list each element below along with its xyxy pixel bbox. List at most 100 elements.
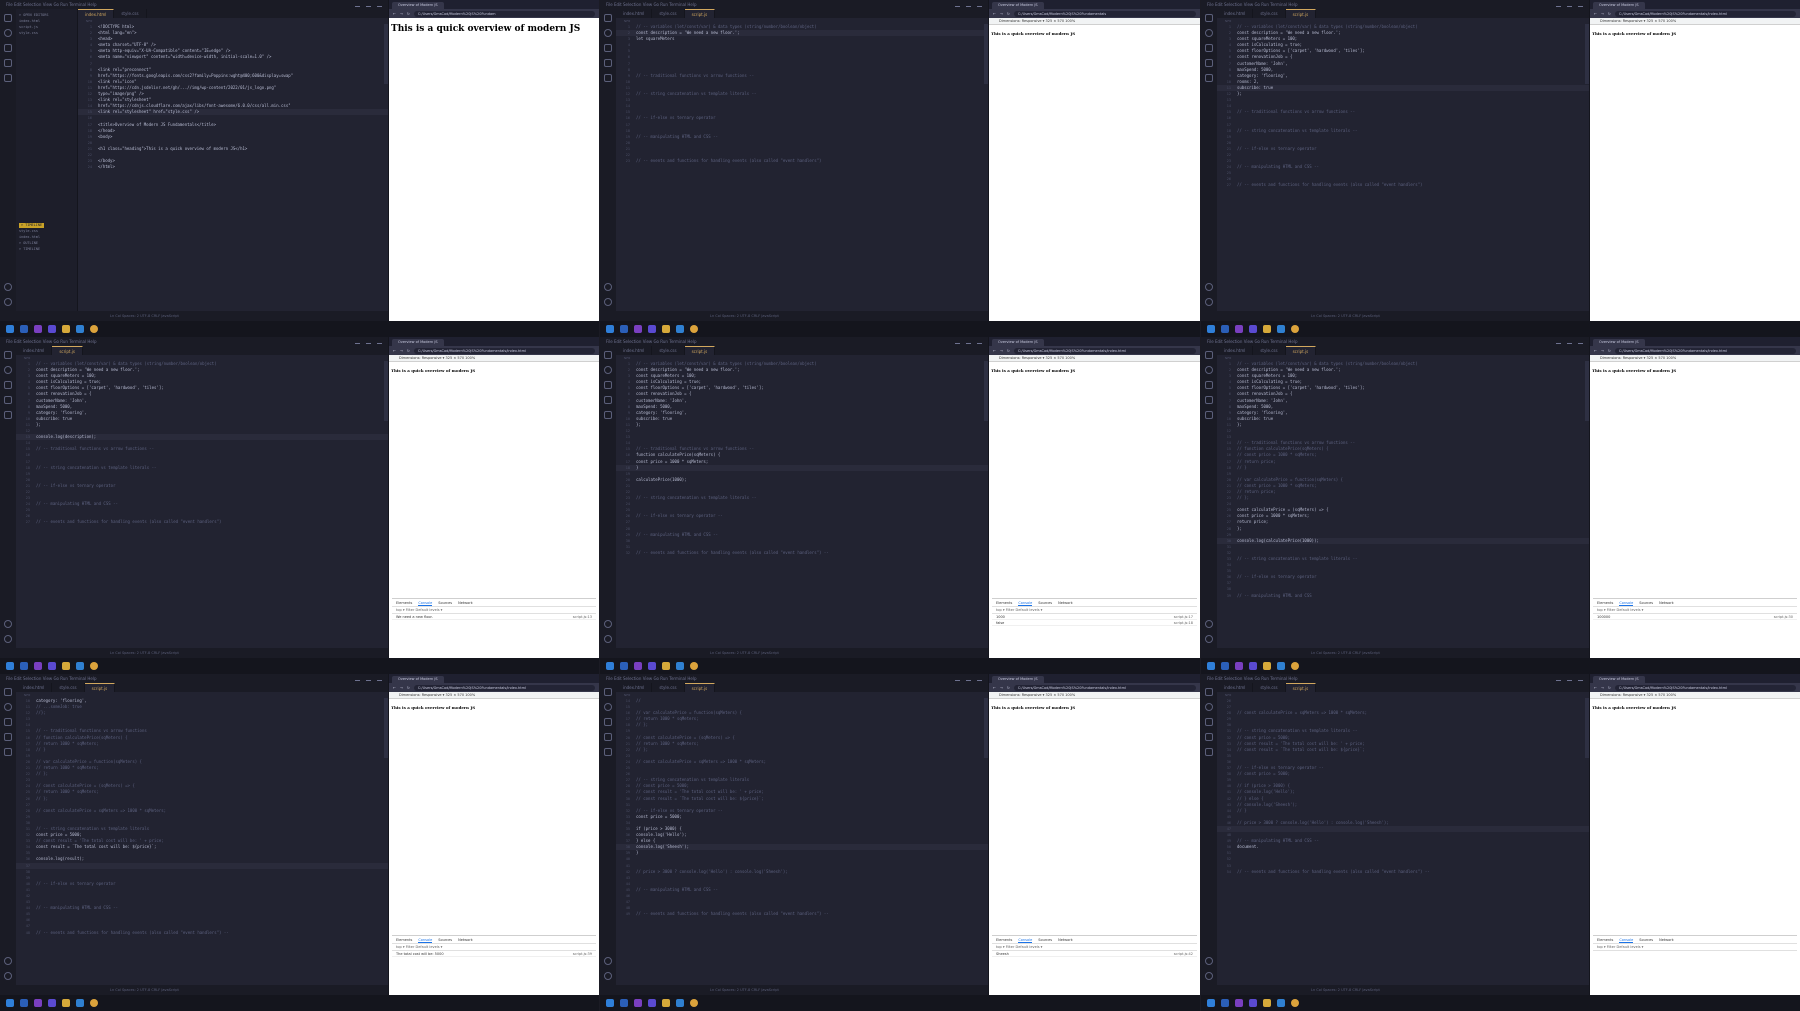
source-control-icon[interactable] bbox=[604, 44, 612, 52]
chrome-icon[interactable] bbox=[690, 325, 698, 333]
explorer-icon[interactable] bbox=[4, 688, 12, 696]
chrome-icon[interactable] bbox=[1291, 325, 1299, 333]
vscode-icon[interactable] bbox=[1277, 662, 1285, 670]
tab-console[interactable]: Console bbox=[1619, 936, 1634, 943]
folder-icon[interactable] bbox=[1263, 999, 1271, 1007]
back-icon[interactable]: ← bbox=[993, 349, 996, 353]
app-icon[interactable] bbox=[1221, 999, 1229, 1007]
folder-icon[interactable] bbox=[62, 999, 70, 1007]
console-source-link[interactable]: script.js:18 bbox=[1174, 620, 1193, 625]
reload-icon[interactable]: ↻ bbox=[407, 12, 410, 16]
app-icon[interactable] bbox=[1249, 325, 1257, 333]
console-filter[interactable]: top ▾ Filter Default levels ▾ bbox=[392, 607, 596, 614]
address-bar[interactable]: C:/Users/GmsCod/Modern%20JS%20Fundamenta… bbox=[1013, 10, 1196, 17]
menu-bar[interactable]: File Edit Selection View Go Run Terminal… bbox=[606, 676, 697, 681]
editor-tab[interactable]: index.html bbox=[1217, 683, 1254, 692]
app-icon[interactable] bbox=[1249, 662, 1257, 670]
editor-tab[interactable]: style.css bbox=[1253, 683, 1286, 692]
run-debug-icon[interactable] bbox=[604, 733, 612, 741]
editor-scrollbar[interactable] bbox=[1585, 698, 1589, 758]
back-icon[interactable]: ← bbox=[1594, 12, 1597, 16]
back-icon[interactable]: ← bbox=[393, 349, 396, 353]
editor-tab[interactable]: script.js bbox=[684, 683, 716, 692]
app-icon[interactable] bbox=[48, 662, 56, 670]
browser-tab[interactable]: Overview of Modern JS bbox=[1593, 2, 1645, 9]
app-icon[interactable] bbox=[620, 662, 628, 670]
editor-scrollbar[interactable] bbox=[1585, 361, 1589, 421]
account-icon[interactable] bbox=[4, 283, 12, 291]
search-icon[interactable] bbox=[604, 366, 612, 374]
reload-icon[interactable]: ↻ bbox=[1007, 686, 1010, 690]
editor-tab[interactable]: style.css bbox=[52, 683, 85, 692]
forward-icon[interactable]: → bbox=[400, 12, 403, 16]
sidebar-item[interactable]: > TIMELINE bbox=[19, 246, 74, 252]
app-icon[interactable] bbox=[1235, 325, 1243, 333]
tab-network[interactable]: Network bbox=[1058, 936, 1073, 943]
console-filter[interactable]: top ▾ Filter Default levels ▾ bbox=[1593, 607, 1797, 614]
extensions-icon[interactable] bbox=[1205, 411, 1213, 419]
source-control-icon[interactable] bbox=[4, 381, 12, 389]
app-icon[interactable] bbox=[1221, 662, 1229, 670]
address-bar[interactable]: C:/Users/GmsCod/Modern%20JS%20Fundamenta… bbox=[1614, 10, 1796, 17]
chrome-icon[interactable] bbox=[90, 999, 98, 1007]
tab-elements[interactable]: Elements bbox=[996, 936, 1012, 943]
gear-icon[interactable] bbox=[604, 298, 612, 306]
app-icon[interactable] bbox=[634, 662, 642, 670]
chrome-icon[interactable] bbox=[690, 662, 698, 670]
folder-icon[interactable] bbox=[1263, 662, 1271, 670]
editor-tab[interactable]: style.css bbox=[114, 9, 147, 18]
app-icon[interactable] bbox=[634, 325, 642, 333]
search-icon[interactable] bbox=[1205, 703, 1213, 711]
extensions-icon[interactable] bbox=[604, 411, 612, 419]
reload-icon[interactable]: ↻ bbox=[1608, 686, 1611, 690]
account-icon[interactable] bbox=[1205, 620, 1213, 628]
console-filter[interactable]: top ▾ Filter Default levels ▾ bbox=[992, 944, 1197, 951]
editor-tab[interactable]: index.html bbox=[616, 9, 653, 18]
source-control-icon[interactable] bbox=[604, 381, 612, 389]
tab-console[interactable]: Console bbox=[418, 936, 433, 943]
back-icon[interactable]: ← bbox=[1594, 686, 1597, 690]
run-debug-icon[interactable] bbox=[1205, 59, 1213, 67]
browser-tab[interactable]: Overview of Modern JS bbox=[992, 676, 1044, 683]
forward-icon[interactable]: → bbox=[1601, 12, 1604, 16]
code-editor[interactable]: 1// -- variables (let/const/var) & data … bbox=[616, 24, 988, 311]
tab-elements[interactable]: Elements bbox=[1597, 936, 1613, 943]
address-bar[interactable]: C:/Users/GmsCod/Modern%20JS%20Fundamenta… bbox=[1614, 347, 1796, 354]
browser-tab[interactable]: Overview of Modern JS bbox=[392, 676, 444, 683]
search-icon[interactable] bbox=[1205, 366, 1213, 374]
back-icon[interactable]: ← bbox=[393, 12, 396, 16]
browser-tab[interactable]: Overview of Modern JS bbox=[1593, 339, 1645, 346]
editor-tab[interactable]: style.css bbox=[652, 683, 685, 692]
console-filter[interactable]: top ▾ Filter Default levels ▾ bbox=[392, 944, 596, 951]
console-filter[interactable]: top ▾ Filter Default levels ▾ bbox=[1593, 944, 1797, 951]
vscode-icon[interactable] bbox=[676, 662, 684, 670]
menu-bar[interactable]: File Edit Selection View Go Run Terminal… bbox=[6, 676, 97, 681]
back-icon[interactable]: ← bbox=[1594, 349, 1597, 353]
forward-icon[interactable]: → bbox=[400, 686, 403, 690]
account-icon[interactable] bbox=[4, 957, 12, 965]
tab-elements[interactable]: Elements bbox=[1597, 599, 1613, 606]
vscode-icon[interactable] bbox=[1277, 999, 1285, 1007]
editor-tab[interactable]: script.js bbox=[52, 346, 83, 355]
gear-icon[interactable] bbox=[1205, 972, 1213, 980]
explorer-icon[interactable] bbox=[4, 14, 12, 22]
windows-start-icon[interactable] bbox=[6, 662, 14, 670]
extensions-icon[interactable] bbox=[604, 74, 612, 82]
extensions-icon[interactable] bbox=[1205, 748, 1213, 756]
reload-icon[interactable]: ↻ bbox=[407, 686, 410, 690]
code-editor[interactable]: 10 category: 'flooring', 11// ...someJob:… bbox=[16, 698, 388, 985]
windows-start-icon[interactable] bbox=[1207, 325, 1215, 333]
windows-start-icon[interactable] bbox=[606, 325, 614, 333]
gear-icon[interactable] bbox=[604, 972, 612, 980]
gear-icon[interactable] bbox=[1205, 298, 1213, 306]
code-editor[interactable]: 1// -- variables (let/const/var) & data … bbox=[1217, 24, 1589, 311]
chrome-icon[interactable] bbox=[1291, 999, 1299, 1007]
account-icon[interactable] bbox=[1205, 957, 1213, 965]
windows-start-icon[interactable] bbox=[606, 999, 614, 1007]
editor-tab[interactable]: index.html bbox=[78, 9, 115, 18]
app-icon[interactable] bbox=[648, 325, 656, 333]
app-icon[interactable] bbox=[34, 999, 42, 1007]
editor-tab[interactable]: script.js bbox=[1285, 9, 1317, 18]
gear-icon[interactable] bbox=[4, 635, 12, 643]
editor-tab[interactable]: script.js bbox=[84, 683, 116, 692]
